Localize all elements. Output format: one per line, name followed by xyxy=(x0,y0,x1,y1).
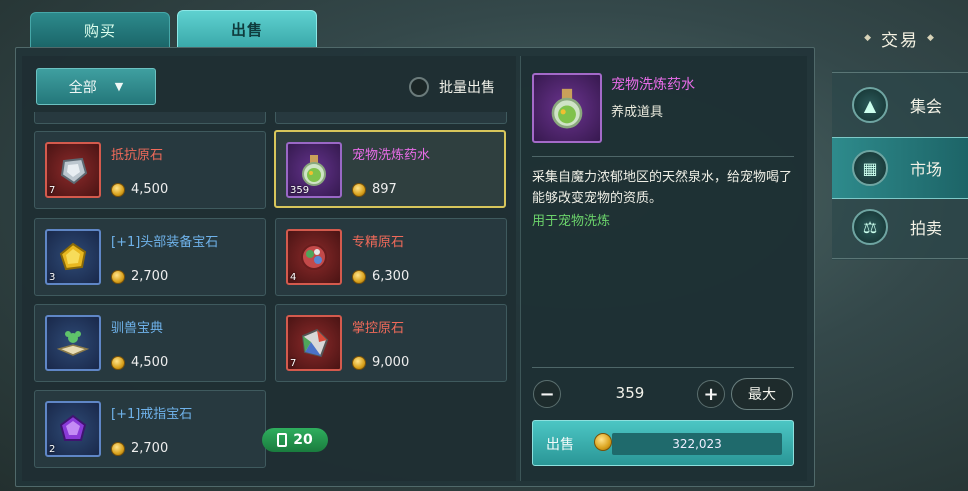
item-quantity: 3 xyxy=(49,272,56,283)
list-item[interactable]: 7 抵抗原石 4,500 xyxy=(34,131,266,209)
price-value: 4,500 xyxy=(131,355,169,370)
item-quantity: 7 xyxy=(49,185,56,196)
batch-sell-radio[interactable] xyxy=(409,77,429,97)
coin-icon xyxy=(594,433,612,451)
scales-icon: ⚖ xyxy=(852,209,888,245)
divider xyxy=(532,367,794,368)
batch-sell-label[interactable]: 批量出售 xyxy=(439,77,495,97)
nav-divider xyxy=(832,258,968,259)
price-value: 6,300 xyxy=(372,269,410,284)
item-quantity: 4 xyxy=(290,272,297,283)
tab-buy[interactable]: 购买 xyxy=(30,12,170,48)
nav-item-gathering[interactable]: ▲ 集会 xyxy=(832,74,968,136)
item-price: 897 xyxy=(352,182,397,197)
item-thumbnail: 4 xyxy=(286,229,342,285)
item-price: 2,700 xyxy=(111,441,168,456)
item-name: 专精原石 xyxy=(352,235,405,250)
item-price: 4,500 xyxy=(111,355,168,370)
list-item-selected[interactable]: 359 宠物洗炼药水 897 xyxy=(274,130,506,208)
coin-icon xyxy=(111,269,125,284)
gem-stone-icon xyxy=(60,157,88,185)
item-name: 驯兽宝典 xyxy=(111,321,164,336)
coin-icon xyxy=(111,441,125,456)
diamond-ornament-icon: ◆ xyxy=(927,33,936,43)
divider xyxy=(532,156,794,157)
increase-quantity-button[interactable]: + xyxy=(697,380,725,408)
item-thumbnail xyxy=(45,315,101,371)
market-stall-icon: ▦ xyxy=(852,150,888,186)
list-item-partial xyxy=(275,112,507,124)
nav-item-label: 拍卖 xyxy=(910,219,943,238)
category-filter-dropdown[interactable]: 全部 ▼ xyxy=(36,68,156,105)
price-value: 897 xyxy=(372,182,397,197)
max-quantity-button[interactable]: 最大 xyxy=(731,378,793,410)
detail-item-description: 采集自魔力浓郁地区的天然泉水，给宠物喝了能够改变宠物的资质。 xyxy=(532,170,793,206)
nav-divider xyxy=(832,72,968,73)
item-quantity: 359 xyxy=(290,185,310,196)
trade-title: ◆ 交易 ◆ xyxy=(832,12,968,64)
price-value: 4,500 xyxy=(131,182,169,197)
nav-item-auction[interactable]: ⚖ 拍卖 xyxy=(832,196,968,258)
price-value: 2,700 xyxy=(131,269,169,284)
sell-button-label: 出售 xyxy=(546,437,574,453)
detail-item-category: 养成道具 xyxy=(611,105,664,120)
nav-item-market[interactable]: ▦ 市场 xyxy=(832,137,968,199)
item-thumbnail: 359 xyxy=(286,142,342,198)
item-quantity: 2 xyxy=(49,444,56,455)
potion-bottle-icon xyxy=(551,88,583,129)
detail-item-name: 宠物洗炼药水 xyxy=(611,77,695,93)
item-quantity: 7 xyxy=(290,358,297,369)
item-name: 抵抗原石 xyxy=(111,148,164,163)
list-item-partial xyxy=(34,112,266,124)
coin-icon xyxy=(352,182,366,197)
item-price: 9,000 xyxy=(352,355,409,370)
sell-total: 322,023 xyxy=(612,433,782,455)
list-item[interactable]: 驯兽宝典 4,500 xyxy=(34,304,266,382)
item-thumbnail: 2 xyxy=(45,401,101,457)
badge-count: 20 xyxy=(293,432,313,448)
price-value: 9,000 xyxy=(372,355,410,370)
minus-icon: − xyxy=(539,383,555,405)
coin-icon xyxy=(352,269,366,284)
item-name: 宠物洗炼药水 xyxy=(352,148,431,163)
phone-icon xyxy=(277,433,288,447)
item-thumbnail: 3 xyxy=(45,229,101,285)
item-price: 4,500 xyxy=(111,182,168,197)
decrease-quantity-button[interactable]: − xyxy=(533,380,561,408)
price-value: 2,700 xyxy=(131,441,169,456)
chevron-down-icon: ▼ xyxy=(114,80,124,93)
quantity-value[interactable]: 359 xyxy=(600,384,660,402)
item-thumbnail: 7 xyxy=(286,315,342,371)
tab-sell[interactable]: 出售 xyxy=(177,10,317,48)
potion-bottle-icon xyxy=(302,155,326,186)
detail-item-usage: 用于宠物洗炼 xyxy=(532,214,611,229)
item-name: [+1]戒指宝石 xyxy=(111,407,193,422)
gold-gem-icon xyxy=(59,242,87,271)
trade-title-label: 交易 xyxy=(881,30,919,51)
list-item[interactable]: 3 [+1]头部装备宝石 2,700 xyxy=(34,218,266,296)
bag-icon: ▲ xyxy=(852,87,888,123)
nav-item-label: 集会 xyxy=(910,97,943,116)
phone-count-badge[interactable]: 20 xyxy=(262,428,328,452)
item-price: 6,300 xyxy=(352,269,409,284)
coin-icon xyxy=(352,355,366,370)
list-item[interactable]: 4 专精原石 6,300 xyxy=(275,218,507,296)
filter-label: 全部 xyxy=(68,79,97,96)
list-item[interactable]: 2 [+1]戒指宝石 2,700 xyxy=(34,390,266,468)
coin-icon xyxy=(111,355,125,370)
list-item[interactable]: 7 掌控原石 9,000 xyxy=(275,304,507,382)
item-name: [+1]头部装备宝石 xyxy=(111,235,219,250)
coin-icon xyxy=(111,182,125,197)
nav-item-label: 市场 xyxy=(910,160,943,179)
plus-icon: + xyxy=(703,383,719,405)
mixed-gem-icon xyxy=(301,244,327,270)
control-stone-icon xyxy=(301,328,329,358)
detail-item-thumbnail xyxy=(532,73,602,143)
item-name: 掌控原石 xyxy=(352,321,405,336)
item-price: 2,700 xyxy=(111,269,168,284)
item-thumbnail: 7 xyxy=(45,142,101,198)
beast-tome-icon xyxy=(56,331,90,356)
diamond-ornament-icon: ◆ xyxy=(864,33,873,43)
purple-gem-icon xyxy=(59,414,87,441)
